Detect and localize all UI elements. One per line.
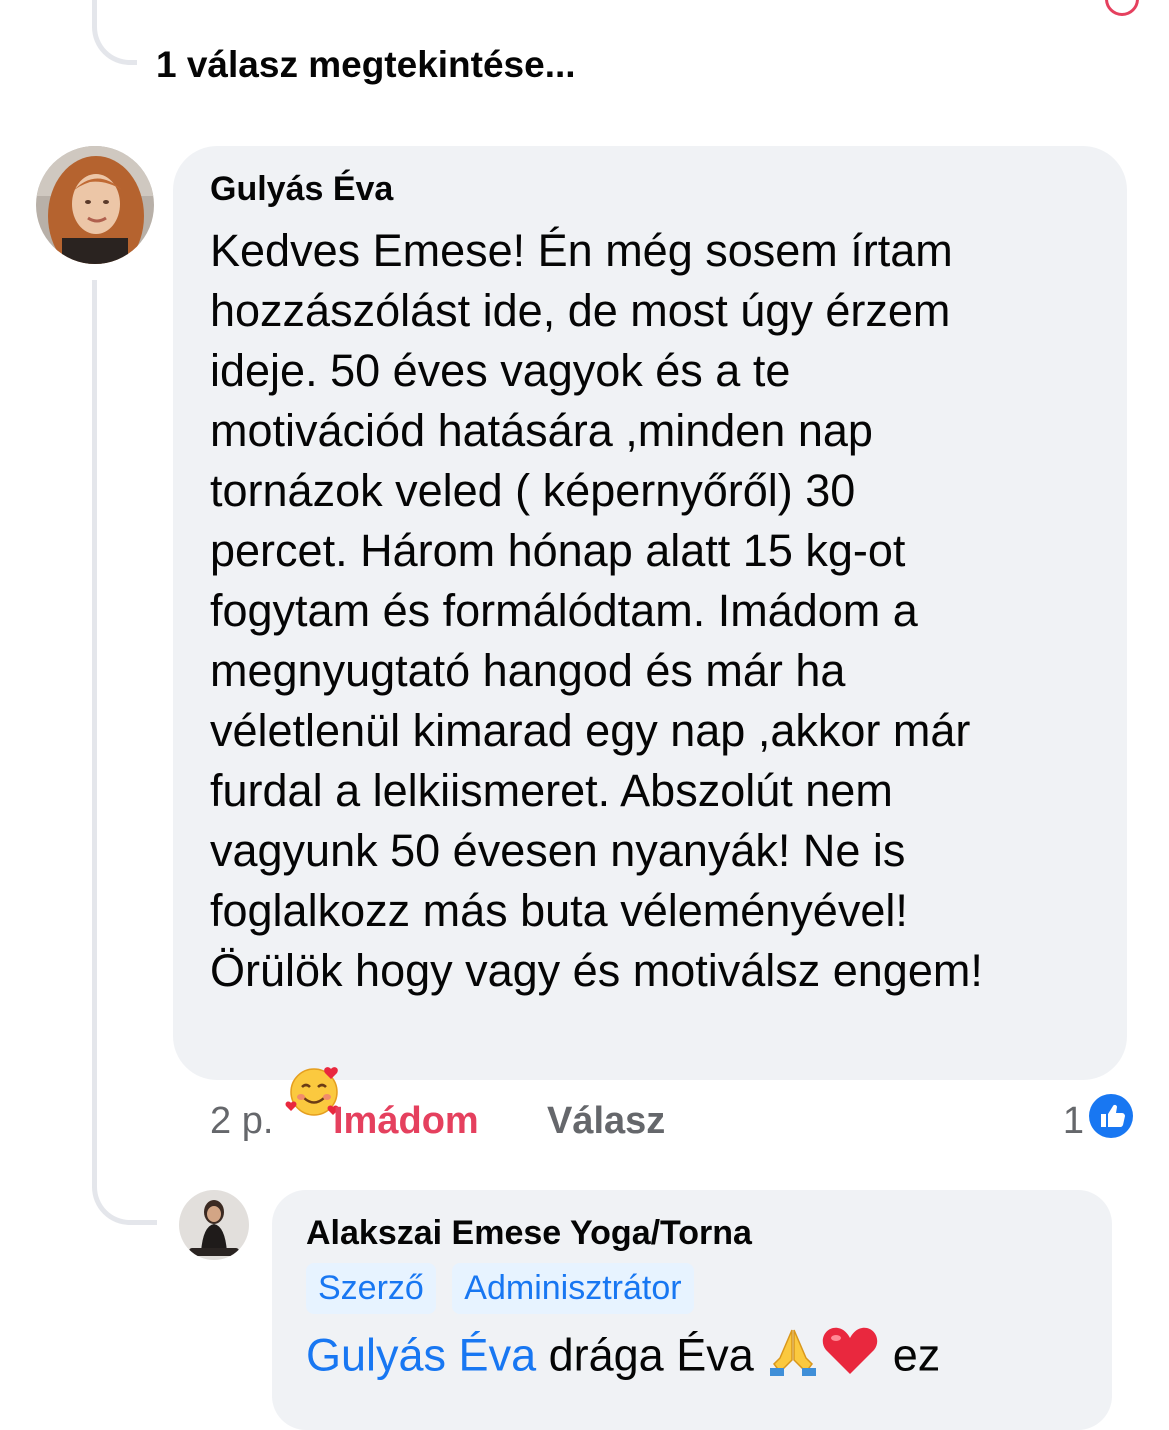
avatar-photo [36,146,154,264]
thread-connector-reply [92,1130,157,1225]
comment-bubble: Gulyás Éva Kedves Emese! Én még sosem ír… [173,146,1127,1116]
avatar[interactable] [36,146,154,264]
comment-text: Kedves Emese! Én még sosem írtam hozzász… [210,221,1091,1194]
reply-author[interactable]: Alakszai Emese Yoga/Torna [306,1214,1078,1253]
folded-hands-icon [766,1324,820,1393]
reply-avatar[interactable] [179,1190,249,1260]
badge-admin: Adminisztrátor [452,1263,694,1314]
comment-time: 2 p. [210,1099,274,1142]
reaction-count: 1 [1062,1099,1084,1142]
love-reaction-button[interactable]: Imádom [333,1095,479,1147]
reply-avatar-photo [179,1190,249,1260]
reply-bubble: Alakszai Emese Yoga/Torna Szerző Adminis… [272,1190,1112,1430]
red-heart-icon [820,1324,880,1393]
comment-author[interactable]: Gulyás Éva [210,170,1091,209]
reply-button[interactable]: Válasz [547,1095,665,1147]
reply-badges: Szerző Adminisztrátor [306,1263,1078,1314]
reply-text: Gulyás Éva drága Éva ez [306,1324,1078,1393]
thread-line-main [92,280,97,1150]
reply-text-end: ez [880,1329,941,1381]
mention-link[interactable]: Gulyás Éva [306,1329,536,1380]
thread-connector-top [92,0,137,65]
badge-author: Szerző [306,1263,436,1314]
comment-body: Kedves Emese! Én még sosem írtam hozzász… [210,225,983,996]
like-icon [1088,1093,1134,1149]
reply-text-start: drága Éva [536,1329,767,1381]
view-replies-link[interactable]: 1 válasz megtekintése... [156,44,576,86]
reaction-summary[interactable]: 1 [1063,1093,1134,1149]
notification-dot-partial [1105,0,1139,16]
